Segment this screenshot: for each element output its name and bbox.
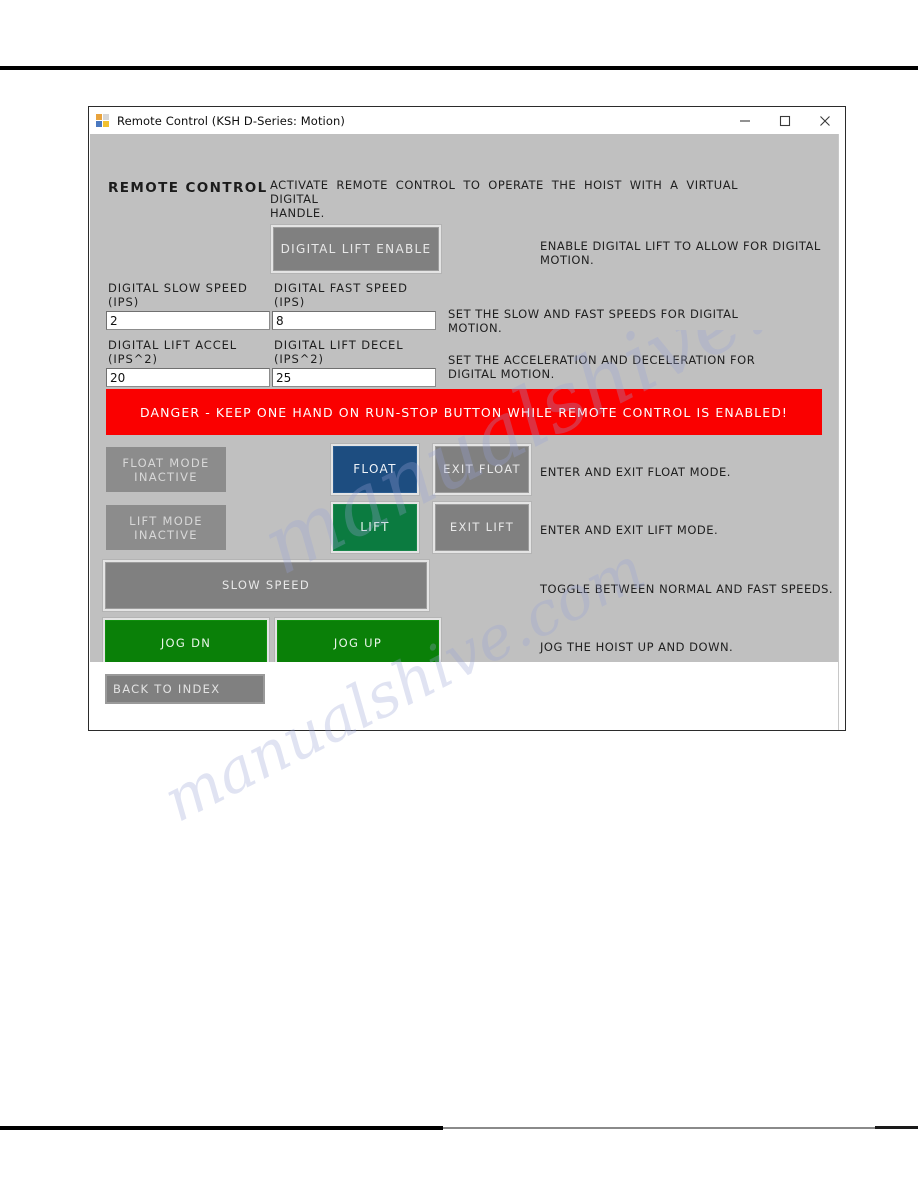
maximize-icon[interactable] — [765, 107, 805, 134]
window-titlebar[interactable]: Remote Control (KSH D-Series: Motion) — [89, 107, 845, 134]
digital-lift-decel-label: DIGITAL LIFT DECEL (IPS^2) — [274, 338, 404, 366]
description-line-2: HANDLE. — [270, 206, 325, 220]
danger-banner-text: DANGER - KEEP ONE HAND ON RUN-STOP BUTTO… — [139, 404, 789, 420]
close-icon[interactable] — [805, 107, 845, 134]
jog-description: JOG THE HOIST UP AND DOWN. — [540, 640, 734, 654]
window-title: Remote Control (KSH D-Series: Motion) — [117, 113, 345, 128]
float-button[interactable]: FLOAT — [334, 447, 416, 492]
slow-speed-toggle-button[interactable]: SLOW SPEED — [106, 563, 426, 608]
float-mode-status-badge: FLOAT MODE INACTIVE — [106, 447, 226, 492]
digital-fast-speed-label: DIGITAL FAST SPEED (IPS) — [274, 281, 408, 309]
app-icon — [96, 113, 110, 128]
digital-lift-enable-button[interactable]: DIGITAL LIFT ENABLE — [274, 228, 438, 270]
remote-control-window: Remote Control (KSH D-Series: Motion) RE… — [88, 106, 846, 731]
exit-lift-button[interactable]: EXIT LIFT — [436, 505, 528, 550]
accels-description: SET THE ACCELERATION AND DECELERATION FO… — [448, 353, 756, 381]
window-right-margin — [838, 134, 845, 730]
minimize-icon[interactable] — [725, 107, 765, 134]
page-rule-bottom-left — [0, 1126, 443, 1130]
remote-control-panel: REMOTE CONTROL ACTIVATE REMOTE CONTROL T… — [90, 134, 838, 666]
digital-lift-decel-input[interactable] — [272, 368, 436, 387]
exit-float-button[interactable]: EXIT FLOAT — [436, 447, 528, 492]
page-rule-bottom-right-end — [875, 1126, 918, 1129]
digital-lift-accel-input[interactable] — [106, 368, 270, 387]
lift-button[interactable]: LIFT — [334, 505, 416, 550]
back-to-index-button[interactable]: BACK TO INDEX — [105, 674, 265, 704]
remote-control-description: ACTIVATE REMOTE CONTROL TO OPERATE THE H… — [270, 178, 738, 220]
digital-lift-description: ENABLE DIGITAL LIFT TO ALLOW FOR DIGITAL… — [540, 239, 821, 267]
float-description: ENTER AND EXIT FLOAT MODE. — [540, 465, 731, 479]
digital-lift-accel-label: DIGITAL LIFT ACCEL (IPS^2) — [108, 338, 238, 366]
digital-fast-speed-input[interactable] — [272, 311, 436, 330]
digital-slow-speed-label: DIGITAL SLOW SPEED (IPS) — [108, 281, 248, 309]
page-rule-top — [0, 66, 918, 70]
page-rule-bottom-right — [443, 1127, 875, 1129]
page-title: REMOTE CONTROL — [108, 180, 268, 196]
lift-description: ENTER AND EXIT LIFT MODE. — [540, 523, 719, 537]
digital-slow-speed-input[interactable] — [106, 311, 270, 330]
lift-mode-status-badge: LIFT MODE INACTIVE — [106, 505, 226, 550]
document-page: Remote Control (KSH D-Series: Motion) RE… — [0, 0, 918, 1188]
speeds-description: SET THE SLOW AND FAST SPEEDS FOR DIGITAL… — [448, 307, 739, 335]
danger-banner: DANGER - KEEP ONE HAND ON RUN-STOP BUTTO… — [106, 389, 822, 435]
jog-down-button[interactable]: JOG DN — [106, 621, 266, 666]
description-line-1: ACTIVATE REMOTE CONTROL TO OPERATE THE H… — [270, 178, 738, 206]
jog-up-button[interactable]: JOG UP — [278, 621, 438, 666]
speed-toggle-description: TOGGLE BETWEEN NORMAL AND FAST SPEEDS. — [540, 582, 834, 596]
window-controls — [725, 107, 845, 134]
